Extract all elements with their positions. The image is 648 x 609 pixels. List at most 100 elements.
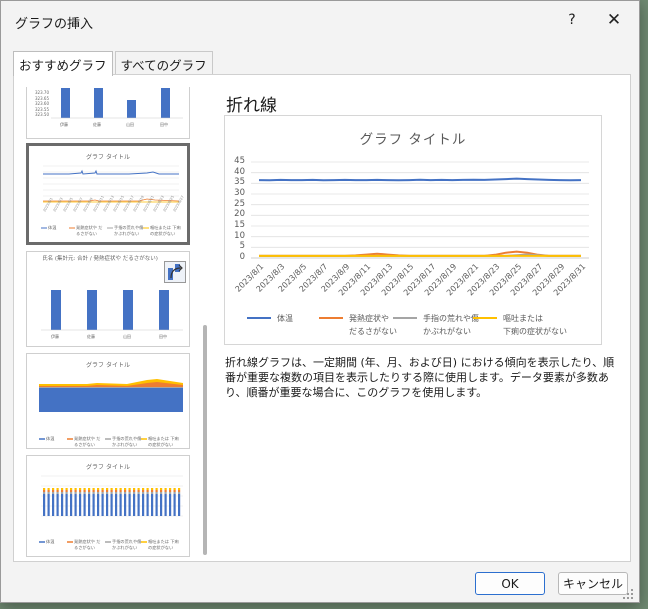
pivot-chart-icon (164, 261, 186, 283)
thumbnail-5-bar (169, 494, 172, 516)
thumbnail-5-bar (137, 490, 140, 492)
thumbnail-5-bar (110, 492, 113, 494)
thumbnail-5-bar (47, 494, 50, 516)
thumbnail-5-bar (119, 488, 122, 490)
thumbnail-5-bar (160, 494, 163, 516)
thumbnail-5-bar (88, 488, 91, 490)
thumbnail-5-bar (61, 490, 64, 492)
thumbnail-5-bar (160, 488, 163, 490)
thumbnail-5-bar (128, 490, 131, 492)
resize-grip-icon[interactable] (621, 587, 635, 601)
legend-label: 体温 (277, 314, 293, 323)
thumbnail-5-bar (133, 494, 136, 516)
thumbnail-2-legend: 手指の荒れや傷 かぶれがない (114, 225, 144, 236)
tab-all-charts[interactable]: すべてのグラフ (114, 51, 213, 75)
thumbnail-5-bar (61, 494, 64, 516)
thumbnail-5-bar (110, 490, 113, 492)
thumbnail-5-bar (137, 492, 140, 494)
thumbnail-scrollbar[interactable] (201, 87, 211, 557)
thumbnail-5-bar (101, 488, 104, 490)
thumbnail-3-cat: 山田 (123, 334, 131, 339)
thumbnail-5-bar (74, 488, 77, 490)
legend-label: 嘔吐または 下痢の症状がない (503, 314, 567, 336)
legend-swatch (247, 317, 271, 319)
thumbnail-2-legend: 体温 (48, 225, 57, 230)
thumbnail-5-bar (83, 492, 86, 494)
thumbnail-5-bar (47, 492, 50, 494)
thumbnail-4-legend: 手指の荒れや傷 かぶれがない (112, 436, 142, 447)
thumbnail-5-bar (97, 488, 100, 490)
thumbnail-5-bar (119, 492, 122, 494)
legend-swatch (393, 317, 417, 319)
thumbnail-5-bar (52, 488, 55, 490)
thumbnail-5-bar (155, 492, 158, 494)
thumbnail-2-legend: 発熱症状や だるさがない (76, 225, 103, 236)
thumbnail-5-bar (155, 494, 158, 516)
legend-label: 手指の荒れや傷 かぶれがない (423, 314, 479, 336)
thumbnail-5-bar (133, 490, 136, 492)
close-button[interactable]: ✕ (599, 7, 629, 33)
thumbnail-5-bar (61, 488, 64, 490)
scrollbar-thumb[interactable] (203, 325, 207, 555)
thumbnail-5-bar (43, 494, 46, 516)
thumbnail-1-yticks: 323.70 323.65 323.60 323.55 323.50 (35, 90, 49, 117)
thumbnail-5-bar (164, 492, 167, 494)
chart-description: 折れ線グラフは、一定期間 (年、月、および日) における傾向を表示したり、順番が… (225, 356, 615, 399)
thumbnail-5-bar (169, 492, 172, 494)
thumbnail-5-bar (160, 490, 163, 492)
thumbnail-5-bar (52, 494, 55, 516)
thumbnail-5-bar (56, 492, 59, 494)
thumbnail-5-bar (101, 494, 104, 516)
help-button[interactable]: ? (557, 7, 587, 33)
thumbnail-5-bar (146, 492, 149, 494)
thumbnail-5-bar (88, 494, 91, 516)
thumbnail-5-bar (52, 492, 55, 494)
tab-strip: おすすめグラフ すべてのグラフ (13, 51, 213, 76)
thumbnail-5-bar (83, 490, 86, 492)
chart-preview: グラフ タイトル 45 40 35 30 25 20 15 10 5 0 2023/8/1 2023… (224, 115, 602, 345)
thumbnail-5-bar (110, 494, 113, 516)
thumbnail-5-bar (79, 492, 82, 494)
tab-panel: 323.70 323.65 323.60 323.55 323.50 伊藤 佐藤 山田 … (13, 74, 631, 562)
thumbnail-5-bar (47, 488, 50, 490)
thumbnail-3-cat: 佐藤 (87, 334, 95, 339)
chart-thumbnail-line[interactable]: グラフ タイトル 2023/8/1 2023/8/3 2023/8/5 2023… (26, 143, 190, 245)
thumbnail-5-bar (74, 494, 77, 516)
thumbnail-5-bar (65, 494, 68, 516)
thumbnail-5-bar (155, 490, 158, 492)
thumbnail-5-bar (160, 492, 163, 494)
thumbnail-5-bar (119, 490, 122, 492)
ok-button[interactable]: OK (475, 572, 545, 595)
tab-recommended-charts[interactable]: おすすめグラフ (13, 51, 113, 76)
thumbnail-1-graphic (51, 88, 183, 119)
thumbnail-1-cat: 山田 (126, 122, 134, 127)
thumbnail-5-bar (115, 494, 118, 516)
thumbnail-5-bar (169, 488, 172, 490)
thumbnail-5-bar (124, 492, 127, 494)
thumbnail-5-bar (115, 490, 118, 492)
thumbnail-5-bar (142, 494, 145, 516)
thumbnail-5-bar (173, 490, 176, 492)
thumbnail-5-bar (178, 492, 181, 494)
thumbnail-5-bar (128, 492, 131, 494)
thumbnail-5-bar (151, 494, 154, 516)
chart-thumbnail-stacked-column[interactable]: グラフ タイトル 体温 発熱症状や だるさがない 手指の荒れや傷 かぶれがない … (26, 455, 190, 557)
cancel-button[interactable]: キャンセル (558, 572, 628, 595)
thumbnail-5-bar (137, 488, 140, 490)
thumbnail-5-bar (65, 488, 68, 490)
thumbnail-5-bar (106, 494, 109, 516)
thumbnail-5-bar (146, 488, 149, 490)
dialog-title: グラフの挿入 (15, 17, 94, 32)
thumbnail-5-legend: 嘔吐または 下痢の症状がない (148, 539, 179, 550)
thumbnail-1-cat: 伊藤 (60, 122, 68, 127)
thumbnail-5-bar (146, 490, 149, 492)
chart-thumbnail-clustered-column[interactable]: 323.70 323.65 323.60 323.55 323.50 伊藤 佐藤 山田 … (26, 87, 190, 139)
thumbnail-5-bar (106, 490, 109, 492)
chart-thumbnail-list[interactable]: 323.70 323.65 323.60 323.55 323.50 伊藤 佐藤 山田 … (26, 87, 192, 557)
chart-thumbnail-pivot-column[interactable]: 氏名 (集計元: 合計 / 発熱症状や だるさがない) 伊藤 佐藤 山田 田中 (26, 251, 190, 347)
chart-thumbnail-area[interactable]: グラフ タイトル 体温 発熱症状や だるさがない 手指の荒れや傷 かぶれがない … (26, 353, 190, 449)
thumbnail-5-legend: 発熱症状や だるさがない (74, 539, 101, 550)
thumbnail-5-bar (70, 488, 73, 490)
thumbnail-5-bar (79, 488, 82, 490)
thumbnail-5-bar (43, 490, 46, 492)
